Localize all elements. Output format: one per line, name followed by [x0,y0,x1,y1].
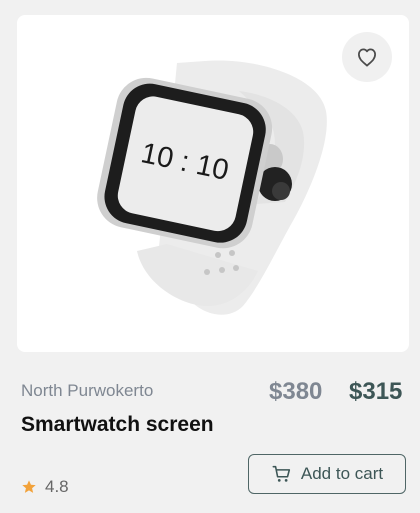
product-image-panel: 10 : 10 [17,15,409,352]
cart-icon [272,465,291,482]
product-title: Smartwatch screen [21,413,214,436]
add-to-cart-label: Add to cart [300,464,384,483]
heart-icon [358,48,376,67]
add-to-cart-button[interactable]: Add to cart [248,454,406,494]
product-rating: 4.8 [21,477,69,497]
product-card[interactable]: 10 : 10 North Purwokerto $380 $315 Smart… [0,0,420,513]
favorite-button[interactable] [342,32,392,82]
product-location: North Purwokerto [21,381,154,400]
star-icon [22,480,36,493]
original-price: $380 [269,378,323,405]
sale-price: $315 [349,378,403,405]
rating-value: 4.8 [45,477,69,496]
